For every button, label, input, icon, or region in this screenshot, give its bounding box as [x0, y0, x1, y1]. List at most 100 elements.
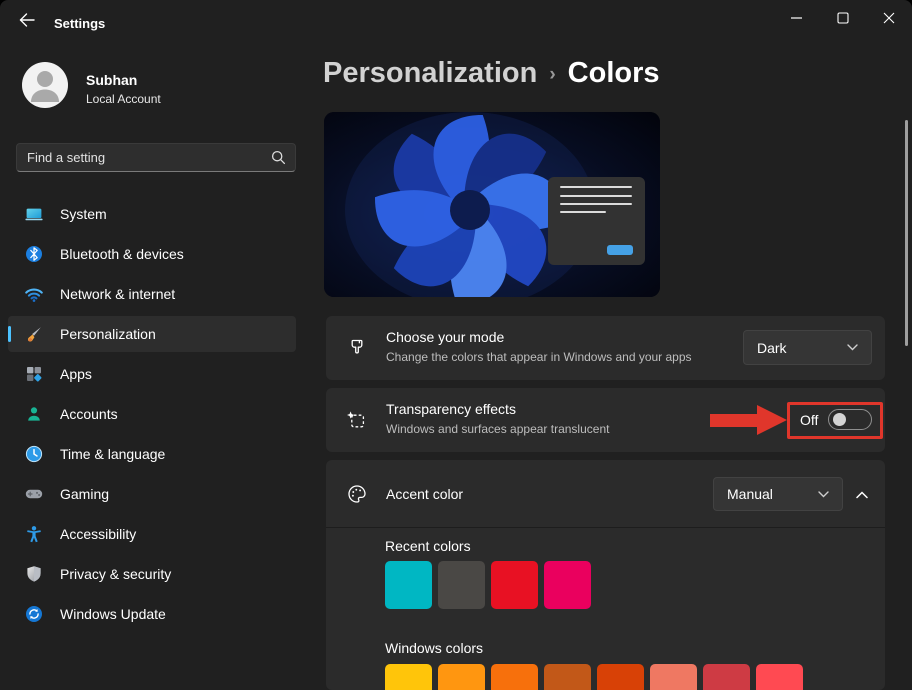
apps-icon [24, 364, 44, 384]
transparency-toggle[interactable] [828, 409, 872, 430]
recent-swatch-dark-gray[interactable] [438, 561, 485, 609]
network-icon [24, 284, 44, 304]
row-title: Accent color [386, 486, 463, 502]
row-subtitle: Change the colors that appear in Windows… [386, 350, 692, 364]
search-box [16, 143, 296, 172]
sidebar-item-label: Personalization [60, 326, 156, 342]
toggle-knob [833, 413, 846, 426]
paint-brush-icon [346, 337, 368, 359]
row-subtitle: Windows and surfaces appear translucent [386, 422, 609, 436]
sidebar-item-label: Bluetooth & devices [60, 246, 184, 262]
sidebar-item-label: Accessibility [60, 526, 136, 542]
sidebar-nav: System Bluetooth & devices Network & inter… [8, 196, 296, 636]
palette-icon [346, 483, 368, 505]
sidebar-item-label: Accounts [60, 406, 118, 422]
theme-preview [324, 112, 660, 297]
accent-dropdown-value: Manual [727, 486, 818, 502]
privacy-security-icon [24, 564, 44, 584]
profile-name[interactable]: Subhan [86, 72, 137, 88]
recent-swatch-pink[interactable] [544, 561, 591, 609]
sidebar-item-label: Network & internet [60, 286, 175, 302]
sidebar-item-personalization[interactable]: Personalization [8, 316, 296, 352]
close-button[interactable] [866, 0, 912, 36]
page-title: Colors [568, 57, 660, 90]
time-language-icon [24, 444, 44, 464]
back-arrow-icon [19, 13, 35, 30]
setting-row-choose-mode: Choose your mode Change the colors that … [326, 316, 885, 380]
windows-colors-row [385, 664, 803, 690]
annotation-arrow [710, 414, 757, 427]
breadcrumb: Personalization › Colors [323, 57, 660, 90]
windows-swatch-yellow-gold[interactable] [385, 664, 432, 690]
windows-colors-label: Windows colors [385, 640, 483, 656]
selection-accent-bar [8, 326, 11, 342]
accounts-icon [24, 404, 44, 424]
accessibility-icon [24, 524, 44, 544]
preview-app-window [548, 177, 645, 265]
scrollbar-thumb[interactable] [905, 120, 908, 346]
sidebar-item-accessibility[interactable]: Accessibility [8, 516, 296, 552]
windows-swatch-brick-red[interactable] [703, 664, 750, 690]
chevron-down-icon [847, 344, 858, 351]
minimize-icon [791, 12, 803, 24]
recent-colors-row [385, 561, 591, 609]
mode-dropdown-value: Dark [757, 340, 847, 356]
sidebar-item-privacy-security[interactable]: Privacy & security [8, 556, 296, 592]
sidebar-item-label: Windows Update [60, 606, 166, 622]
recent-swatch-teal[interactable] [385, 561, 432, 609]
window-controls [774, 0, 912, 40]
sidebar-item-label: Gaming [60, 486, 109, 502]
windows-swatch-pale-rust[interactable] [650, 664, 697, 690]
minimize-button[interactable] [774, 0, 820, 36]
setting-row-accent-color: Accent color Manual Recent colors Window… [326, 460, 885, 690]
windows-update-icon [24, 604, 44, 624]
maximize-button[interactable] [820, 0, 866, 36]
search-icon [271, 150, 286, 170]
toggle-state-label: Off [800, 412, 818, 428]
back-button[interactable] [12, 8, 42, 34]
titlebar: Settings [0, 0, 912, 40]
windows-swatch-rust[interactable] [597, 664, 644, 690]
sidebar-item-label: Privacy & security [60, 566, 171, 582]
mode-dropdown[interactable]: Dark [743, 330, 872, 365]
accent-dropdown[interactable]: Manual [713, 477, 843, 511]
sidebar: Subhan Local Account System Bluetooth & d… [0, 40, 312, 690]
sidebar-item-gaming[interactable]: Gaming [8, 476, 296, 512]
recent-colors-label: Recent colors [385, 538, 471, 554]
search-input[interactable] [27, 144, 267, 171]
gaming-icon [24, 484, 44, 504]
sidebar-item-accounts[interactable]: Accounts [8, 396, 296, 432]
setting-row-transparency: Transparency effects Windows and surface… [326, 388, 885, 452]
profile-account-type: Local Account [86, 92, 161, 106]
sidebar-item-system[interactable]: System [8, 196, 296, 232]
sidebar-item-label: Apps [60, 366, 92, 382]
row-title: Transparency effects [386, 401, 516, 417]
bluetooth-icon [24, 244, 44, 264]
transparency-icon [346, 409, 368, 431]
windows-swatch-mod-red[interactable] [756, 664, 803, 690]
windows-swatch-orange-bright[interactable] [491, 664, 538, 690]
sidebar-item-windows-update[interactable]: Windows Update [8, 596, 296, 632]
recent-swatch-red[interactable] [491, 561, 538, 609]
accent-collapse-button[interactable] [850, 482, 874, 506]
chevron-up-icon [856, 487, 868, 502]
chevron-down-icon [818, 491, 829, 498]
windows-swatch-orange-dark[interactable] [544, 664, 591, 690]
sidebar-item-network-internet[interactable]: Network & internet [8, 276, 296, 312]
sidebar-item-label: Time & language [60, 446, 165, 462]
breadcrumb-parent[interactable]: Personalization [323, 57, 537, 90]
avatar[interactable] [22, 62, 68, 108]
maximize-icon [837, 12, 849, 24]
sidebar-item-bluetooth-devices[interactable]: Bluetooth & devices [8, 236, 296, 272]
windows-swatch-gold[interactable] [438, 664, 485, 690]
divider [326, 527, 885, 528]
sidebar-item-label: System [60, 206, 107, 222]
app-title: Settings [54, 16, 105, 31]
sidebar-item-time-language[interactable]: Time & language [8, 436, 296, 472]
personalization-icon [24, 324, 44, 344]
breadcrumb-separator-icon: › [549, 64, 555, 86]
annotation-arrow-head [757, 405, 787, 435]
close-icon [883, 12, 895, 24]
sidebar-item-apps[interactable]: Apps [8, 356, 296, 392]
preview-accent-button [607, 245, 633, 255]
